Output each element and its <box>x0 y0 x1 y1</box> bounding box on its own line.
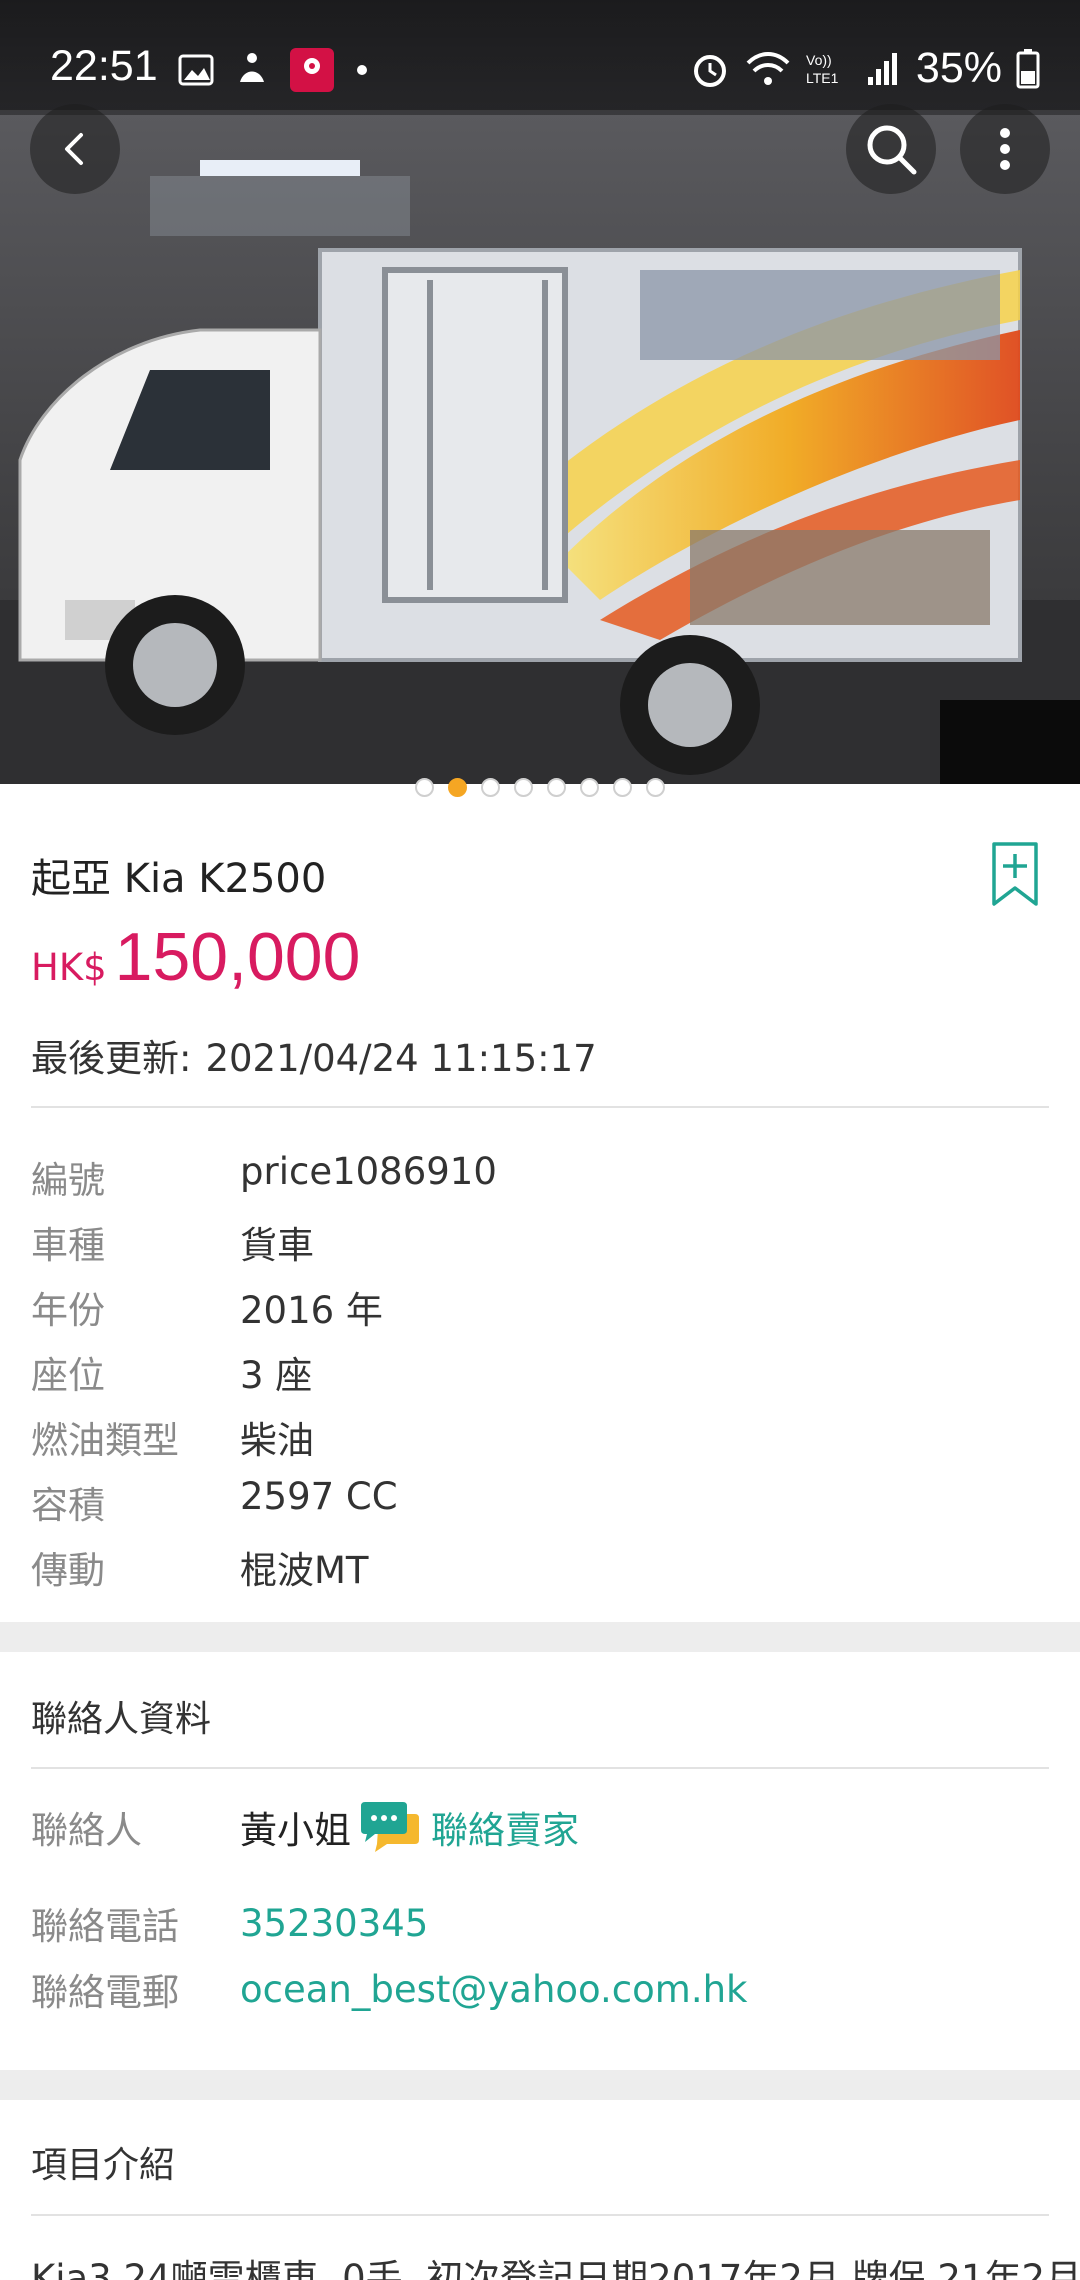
spec-value: 2016 年 <box>240 1289 383 1332</box>
spec-row: 車種 貨車 <box>31 1215 314 1269</box>
volte-icon: Vo)) LTE1 <box>806 52 839 86</box>
spec-row: 座位 3 座 <box>31 1345 312 1399</box>
status-bar: 22:51 Vo)) LTE1 35% <box>0 0 1080 115</box>
section-separator <box>0 1622 1080 1652</box>
pager-dot[interactable] <box>415 778 434 797</box>
last-updated-label: 最後更新: <box>31 1037 192 1080</box>
contact-phone-row: 聯絡電話 35230345 <box>31 1896 428 1950</box>
spec-label: 年份 <box>31 1289 105 1332</box>
aia-app-icon <box>290 48 334 92</box>
pager-dot[interactable] <box>613 778 632 797</box>
more-vertical-icon <box>1000 128 1010 170</box>
spec-label: 車種 <box>31 1224 105 1267</box>
section-separator <box>0 2070 1080 2100</box>
contact-phone-label: 聯絡電話 <box>31 1905 179 1948</box>
price-currency: HK$ <box>31 946 107 989</box>
battery-percent: 35% <box>915 44 1002 92</box>
status-time: 22:51 <box>50 42 158 90</box>
spec-label: 編號 <box>31 1159 105 1202</box>
contact-person-label: 聯絡人 <box>31 1809 142 1852</box>
svg-text:LTE1: LTE1 <box>806 70 839 86</box>
spec-row: 編號 price1086910 <box>31 1150 497 1204</box>
contact-person-name: 黃小姐 <box>240 1809 351 1852</box>
price-value: 150,000 <box>114 919 361 995</box>
image-icon <box>178 54 214 86</box>
contact-person-row: 聯絡人 黃小姐 聯絡賣家 <box>31 1800 579 1854</box>
spec-value: 3 座 <box>240 1354 313 1397</box>
pager-dot[interactable] <box>481 778 500 797</box>
contact-seller-link[interactable]: 聯絡賣家 <box>431 1800 579 1854</box>
battery-icon <box>1016 48 1040 88</box>
pager-dot[interactable] <box>547 778 566 797</box>
price: HK$ 150,000 <box>31 918 360 996</box>
divider <box>31 2214 1049 2216</box>
spec-row: 燃油類型 柴油 <box>31 1410 314 1464</box>
contact-email-link[interactable]: ocean_best@yahoo.com.hk <box>240 1968 747 2011</box>
chevron-left-icon <box>65 133 83 165</box>
listing-title: 起亞 Kia K2500 <box>31 856 327 902</box>
search-button[interactable] <box>846 104 936 194</box>
spec-row: 傳動 棍波MT <box>31 1540 369 1594</box>
pager-dot[interactable] <box>514 778 533 797</box>
spec-row: 容積 2597 CC <box>31 1475 398 1529</box>
notification-dot-icon <box>357 65 367 75</box>
accessibility-icon <box>240 53 264 82</box>
search-icon <box>867 125 917 175</box>
spec-value: 2597 CC <box>240 1475 398 1518</box>
divider <box>31 1106 1049 1108</box>
pager-dot-active[interactable] <box>448 778 467 797</box>
contact-email-row: 聯絡電郵 ocean_best@yahoo.com.hk <box>31 1962 747 2016</box>
spec-value: 棍波MT <box>240 1549 369 1592</box>
spec-label: 燃油類型 <box>31 1419 179 1462</box>
spec-label: 傳動 <box>31 1549 105 1592</box>
intro-section-title: 項目介紹 <box>31 2145 176 2186</box>
signal-icon <box>867 52 897 85</box>
contact-section-title: 聯絡人資料 <box>31 1699 212 1740</box>
bookmark-button[interactable] <box>990 840 1040 910</box>
pager-dot[interactable] <box>580 778 599 797</box>
spec-value: 柴油 <box>240 1419 314 1462</box>
wifi-icon <box>746 51 790 85</box>
last-updated-value: 2021/04/24 11:15:17 <box>205 1037 597 1080</box>
divider <box>31 1767 1049 1769</box>
pager-dot[interactable] <box>646 778 665 797</box>
contact-phone-link[interactable]: 35230345 <box>240 1902 428 1945</box>
listing-photo-gallery[interactable]: 22:51 Vo)) LTE1 35% <box>0 0 1080 784</box>
alarm-icon <box>693 54 726 87</box>
svg-text:Vo)): Vo)) <box>806 52 832 68</box>
gallery-pager[interactable] <box>0 778 1080 797</box>
spec-row: 年份 2016 年 <box>31 1280 383 1334</box>
more-options-button[interactable] <box>960 104 1050 194</box>
chat-bubble-icon[interactable] <box>357 1800 421 1854</box>
spec-value: 貨車 <box>240 1224 314 1267</box>
contact-email-label: 聯絡電郵 <box>31 1971 179 2014</box>
spec-label: 座位 <box>31 1354 105 1397</box>
back-button[interactable] <box>30 104 120 194</box>
intro-text: Kia3.24噸雪櫃車, 0手, 初次登記日期2017年2月 牌保 21年2月 <box>31 2257 1080 2280</box>
spec-label: 容積 <box>31 1484 105 1527</box>
bookmark-add-icon <box>992 842 1038 906</box>
last-updated: 最後更新: 2021/04/24 11:15:17 <box>31 1028 597 1082</box>
spec-value: price1086910 <box>240 1150 497 1193</box>
